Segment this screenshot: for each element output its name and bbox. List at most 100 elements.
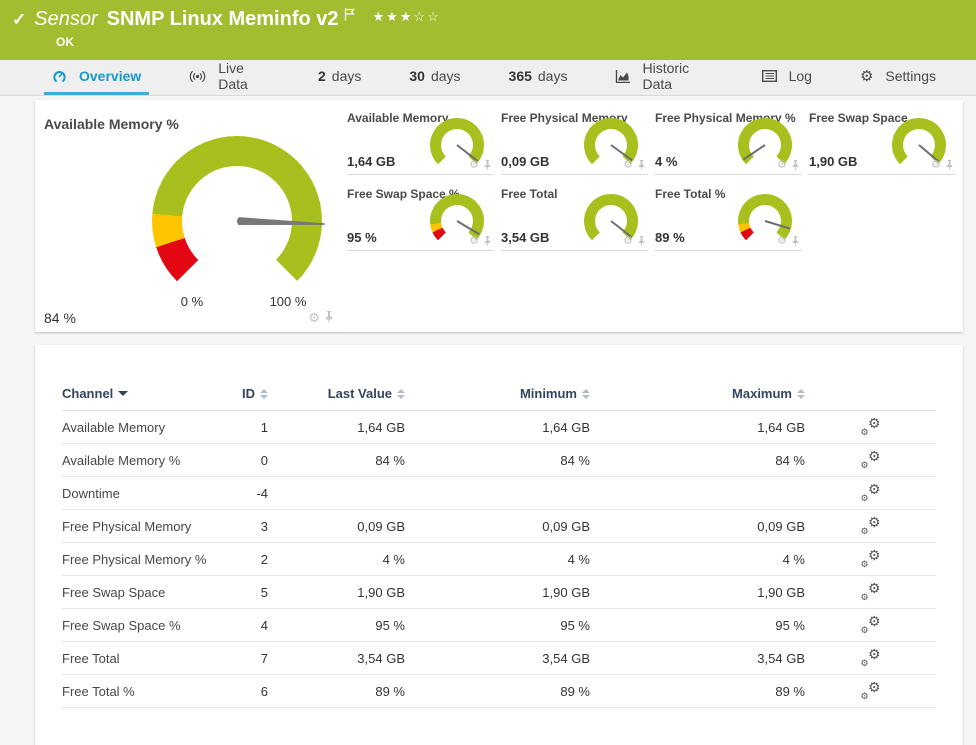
mini-gauge-value: 95 % bbox=[347, 230, 377, 245]
mini-gauge-tile[interactable]: Free Physical Memory % 4 % ⚙ bbox=[655, 108, 802, 175]
channel-minimum: 1,90 GB bbox=[542, 584, 590, 600]
column-header-maximum[interactable]: Maximum bbox=[590, 386, 805, 401]
channel-name[interactable]: Free Swap Space bbox=[62, 585, 222, 600]
table-row[interactable]: Free Total % 6 89 % 89 % 89 % ⚙ ⚙ bbox=[62, 675, 936, 708]
tab-historic-data[interactable]: Historic Data bbox=[607, 60, 721, 95]
channel-settings-icon[interactable]: ⚙ ⚙ bbox=[861, 515, 881, 536]
gauge-settings-gear-icon[interactable]: ⚙ bbox=[469, 236, 479, 247]
channel-id: 0 bbox=[260, 452, 268, 468]
mini-gauge-tile[interactable]: Free Swap Space 1,90 GB ⚙ bbox=[809, 108, 956, 175]
channel-last-value: 95 % bbox=[375, 617, 405, 633]
table-body: Available Memory 1 1,64 GB 1,64 GB 1,64 … bbox=[62, 411, 936, 708]
channel-name[interactable]: Free Swap Space % bbox=[62, 618, 222, 633]
mini-gauge-tile[interactable]: Free Total % 89 % ⚙ bbox=[655, 184, 802, 251]
tab-bar: Overview Live Data 2 days 30 days 365 days … bbox=[0, 60, 976, 96]
gauge-settings-gear-icon[interactable]: ⚙ bbox=[469, 160, 479, 171]
channel-id: 7 bbox=[260, 650, 268, 666]
channel-settings-icon[interactable]: ⚙ ⚙ bbox=[861, 680, 881, 701]
channel-id: 4 bbox=[260, 617, 268, 633]
table-row[interactable]: Downtime -4 ⚙ ⚙ bbox=[62, 477, 936, 510]
channel-name[interactable]: Free Total % bbox=[62, 684, 222, 699]
mini-gauge-tile[interactable]: Free Total 3,54 GB ⚙ bbox=[501, 184, 648, 251]
gauge-pin-icon[interactable] bbox=[324, 311, 334, 324]
primary-gauge-tile[interactable]: Available Memory % 0 % 100 % 84 % ⚙ bbox=[40, 108, 340, 333]
channel-minimum: 95 % bbox=[560, 617, 590, 633]
channel-name[interactable]: Free Total bbox=[62, 651, 222, 666]
channel-last-value: 0,09 GB bbox=[357, 518, 405, 534]
gauge-pin-icon[interactable] bbox=[945, 160, 954, 171]
priority-stars[interactable]: ★★★☆☆ bbox=[373, 9, 441, 25]
tab-2-days[interactable]: 2 days bbox=[310, 60, 369, 95]
tab-settings[interactable]: ⚙ Settings bbox=[852, 60, 944, 95]
gauges-panel: Available Memory % 0 % 100 % 84 % ⚙ Avai… bbox=[35, 100, 963, 333]
tab-365-days[interactable]: 365 days bbox=[501, 60, 576, 95]
channels-panel: Channel ID Last Value Minimum Maximum Av… bbox=[35, 345, 963, 745]
column-header-id[interactable]: ID bbox=[222, 386, 268, 401]
channel-maximum: 1,90 GB bbox=[757, 584, 805, 600]
sort-icon bbox=[797, 388, 805, 399]
table-row[interactable]: Free Swap Space 5 1,90 GB 1,90 GB 1,90 G… bbox=[62, 576, 936, 609]
channel-name[interactable]: Downtime bbox=[62, 486, 222, 501]
table-row[interactable]: Available Memory 1 1,64 GB 1,64 GB 1,64 … bbox=[62, 411, 936, 444]
tab-log[interactable]: Log bbox=[754, 60, 820, 95]
table-row[interactable]: Free Physical Memory 3 0,09 GB 0,09 GB 0… bbox=[62, 510, 936, 543]
historic-chart-icon bbox=[615, 69, 631, 83]
channel-name[interactable]: Free Physical Memory bbox=[62, 519, 222, 534]
channel-maximum: 95 % bbox=[775, 617, 805, 633]
channel-settings-icon[interactable]: ⚙ ⚙ bbox=[861, 416, 881, 437]
live-data-icon bbox=[189, 70, 206, 83]
gauge-pin-icon[interactable] bbox=[791, 236, 800, 247]
channel-last-value: 89 % bbox=[375, 683, 405, 699]
channel-settings-icon[interactable]: ⚙ ⚙ bbox=[861, 449, 881, 470]
gauge-min-label: 0 % bbox=[180, 294, 204, 309]
tab-live-data[interactable]: Live Data bbox=[181, 60, 278, 95]
gauge-pin-icon[interactable] bbox=[791, 160, 800, 171]
channel-settings-icon[interactable]: ⚙ ⚙ bbox=[861, 581, 881, 602]
mini-gauge-value: 4 % bbox=[655, 154, 678, 169]
gauge-settings-gear-icon[interactable]: ⚙ bbox=[623, 236, 633, 247]
channel-settings-icon[interactable]: ⚙ ⚙ bbox=[861, 614, 881, 635]
sensor-header: ✓ Sensor SNMP Linux Meminfo v2 ★★★☆☆ OK bbox=[0, 0, 976, 60]
table-row[interactable]: Free Swap Space % 4 95 % 95 % 95 % ⚙ ⚙ bbox=[62, 609, 936, 642]
priority-flag-icon[interactable] bbox=[344, 8, 355, 26]
channel-maximum: 1,64 GB bbox=[757, 419, 805, 435]
mini-gauge-value: 0,09 GB bbox=[501, 154, 550, 169]
status-badge: OK bbox=[56, 35, 74, 49]
gauge-pin-icon[interactable] bbox=[637, 236, 646, 247]
channel-minimum: 89 % bbox=[560, 683, 590, 699]
tab-overview[interactable]: Overview bbox=[44, 60, 150, 95]
gauge-pin-icon[interactable] bbox=[483, 236, 492, 247]
gauge-settings-gear-icon[interactable]: ⚙ bbox=[777, 236, 787, 247]
table-row[interactable]: Free Total 7 3,54 GB 3,54 GB 3,54 GB ⚙ ⚙ bbox=[62, 642, 936, 675]
mini-gauge-tile[interactable]: Available Memory 1,64 GB ⚙ bbox=[347, 108, 494, 175]
mini-gauge-tile[interactable]: Free Physical Memory 0,09 GB ⚙ bbox=[501, 108, 648, 175]
channel-settings-icon[interactable]: ⚙ ⚙ bbox=[861, 482, 881, 503]
channel-settings-icon[interactable]: ⚙ ⚙ bbox=[861, 548, 881, 569]
table-row[interactable]: Free Physical Memory % 2 4 % 4 % 4 % ⚙ ⚙ bbox=[62, 543, 936, 576]
settings-gear-icon: ⚙ bbox=[859, 67, 874, 85]
channel-id: 3 bbox=[260, 518, 268, 534]
gauge-settings-gear-icon[interactable]: ⚙ bbox=[308, 311, 320, 324]
channel-settings-icon[interactable]: ⚙ ⚙ bbox=[861, 647, 881, 668]
gauge-pin-icon[interactable] bbox=[637, 160, 646, 171]
channel-name[interactable]: Free Physical Memory % bbox=[62, 552, 222, 567]
channel-name[interactable]: Available Memory bbox=[62, 420, 222, 435]
column-header-channel[interactable]: Channel bbox=[62, 386, 222, 401]
column-header-last-value[interactable]: Last Value bbox=[268, 386, 405, 401]
object-kind-label: Sensor bbox=[34, 8, 98, 30]
gauge-pin-icon[interactable] bbox=[483, 160, 492, 171]
gauge-settings-gear-icon[interactable]: ⚙ bbox=[777, 160, 787, 171]
channel-maximum: 0,09 GB bbox=[757, 518, 805, 534]
tab-30-days[interactable]: 30 days bbox=[401, 60, 468, 95]
mini-gauge-value: 3,54 GB bbox=[501, 230, 550, 245]
gauge-settings-gear-icon[interactable]: ⚙ bbox=[623, 160, 633, 171]
table-row[interactable]: Available Memory % 0 84 % 84 % 84 % ⚙ ⚙ bbox=[62, 444, 936, 477]
mini-gauge-tile[interactable]: Free Swap Space % 95 % ⚙ bbox=[347, 184, 494, 251]
channel-minimum: 3,54 GB bbox=[542, 650, 590, 666]
gauge-settings-gear-icon[interactable]: ⚙ bbox=[931, 160, 941, 171]
channel-minimum: 1,64 GB bbox=[542, 419, 590, 435]
log-list-icon bbox=[761, 70, 777, 82]
channel-last-value: 3,54 GB bbox=[357, 650, 405, 666]
channel-name[interactable]: Available Memory % bbox=[62, 453, 222, 468]
column-header-minimum[interactable]: Minimum bbox=[405, 386, 590, 401]
